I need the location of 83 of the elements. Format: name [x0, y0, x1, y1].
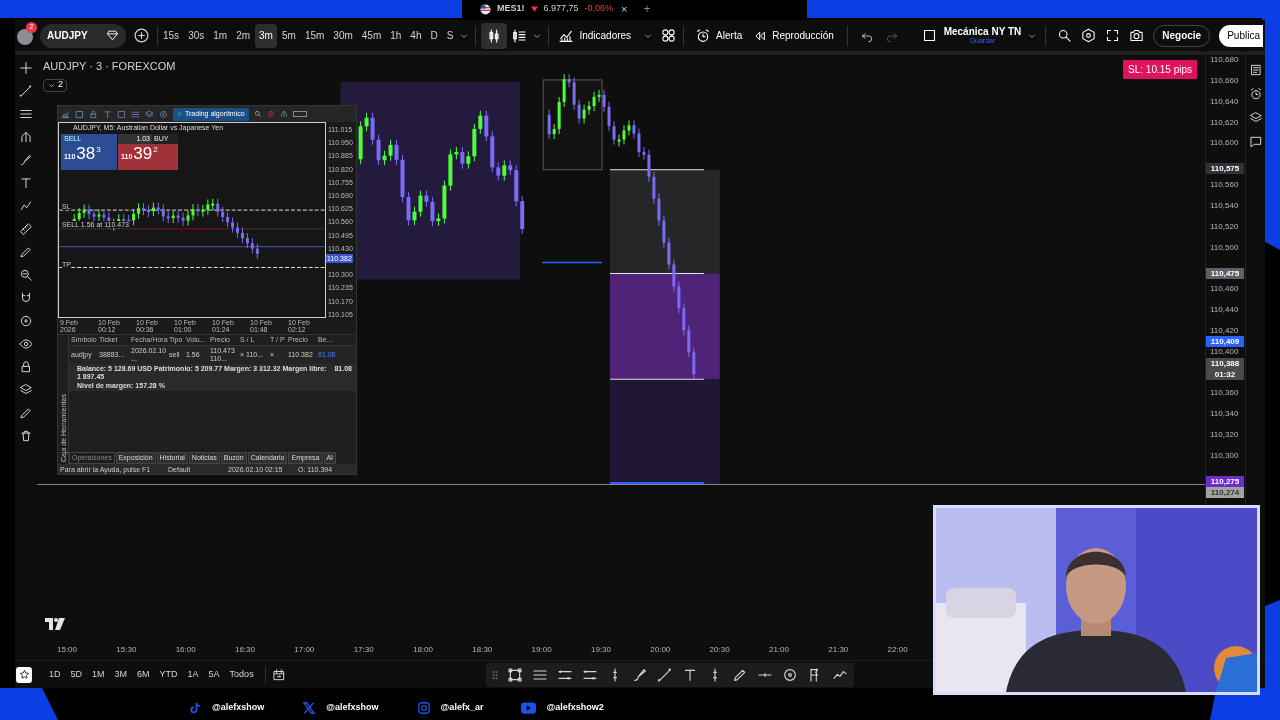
new-tab-button[interactable]: +	[643, 0, 651, 18]
range-button[interactable]: 1D	[44, 667, 66, 682]
price-label: 110,340	[1210, 408, 1239, 421]
browser-tab[interactable]: MES1! 6.977,75 -0,06% × +	[462, 0, 807, 18]
interval-button[interactable]: 5m	[277, 23, 300, 48]
replay-button[interactable]: Reproducción	[747, 28, 840, 43]
range-button[interactable]: Todos	[224, 667, 259, 682]
price-label: 110,600	[1210, 137, 1239, 150]
price-label: 110,660	[1210, 74, 1239, 87]
social-handle[interactable]: @alefxshow	[212, 701, 265, 715]
price-label: 110,620	[1210, 116, 1239, 129]
interval-button[interactable]: 3m	[255, 23, 277, 48]
social-handle[interactable]: @alefx_ar	[440, 701, 484, 715]
time-label: 16:00	[175, 644, 196, 656]
interval-button[interactable]: 30s	[184, 23, 209, 48]
stop-loss-badge: SL: 10.15 pips	[1123, 60, 1197, 79]
interval-button[interactable]: 15s	[159, 23, 184, 48]
price-marker: 110,275	[1206, 476, 1244, 487]
bid-digit: 3	[96, 144, 101, 156]
chart-title: AUDJPY · 3 · FOREXCOM	[43, 59, 176, 74]
close-tab-button[interactable]: ×	[621, 0, 628, 18]
time-label: 18:00	[412, 644, 433, 656]
social-handle[interactable]: @alefxshow	[326, 701, 379, 715]
publish-button[interactable]: Publica	[1219, 24, 1263, 47]
time-label: 21:30	[828, 644, 849, 656]
price-label: 110,540	[1210, 199, 1239, 212]
price-label: 110,460	[1210, 283, 1239, 296]
range-button[interactable]: 5D	[65, 667, 88, 682]
indicators-button[interactable]: Indicadores	[554, 27, 636, 44]
symbol-search[interactable]: AUDJPY	[40, 23, 126, 48]
time-label: 17:30	[353, 644, 374, 656]
price-marker: 110,388 01:32	[1206, 358, 1244, 381]
price-label: 110,680	[1210, 54, 1239, 66]
price-label: 110,520	[1210, 220, 1239, 233]
price-label: 110,500	[1210, 241, 1239, 254]
time-label: 16:30	[234, 644, 255, 656]
price-label: 110,440	[1210, 304, 1239, 317]
price-label: 110,560	[1210, 179, 1239, 192]
time-label: 20:00	[650, 644, 671, 656]
bid-price: 38	[76, 144, 96, 164]
layout-name[interactable]: Mecánica NY TN	[943, 27, 1022, 37]
range-button[interactable]: 6M	[132, 667, 155, 682]
time-label: 15:00	[57, 644, 77, 656]
time-label: 21:00	[768, 644, 789, 656]
ask-digit: 2	[153, 144, 158, 156]
ticker-price: 6.977,75	[543, 2, 579, 16]
range-button[interactable]: 3M	[109, 667, 133, 682]
interval-button[interactable]: 45m	[357, 23, 386, 48]
range-button[interactable]: YTD	[154, 667, 183, 682]
interval-button[interactable]: 30m	[329, 23, 357, 48]
time-label: 19:30	[590, 644, 611, 656]
price-marker: 110,475	[1206, 267, 1244, 279]
ask-price: 39	[133, 144, 153, 164]
time-label: 15:30	[116, 644, 137, 656]
price-marker: 110,409	[1206, 336, 1244, 348]
price-label: 110,360	[1210, 387, 1239, 400]
price-marker: 110,274	[1206, 487, 1244, 498]
alert-button[interactable]: Alerta	[691, 27, 747, 44]
ticker-change: -0,06%	[584, 2, 614, 16]
interval-button[interactable]: S	[442, 23, 458, 48]
social-handle[interactable]: @alefxshow2	[546, 701, 604, 715]
interval-button[interactable]: 4h	[406, 23, 426, 48]
range-button[interactable]: 1A	[182, 667, 204, 682]
panes-toggle[interactable]: 2	[43, 78, 67, 92]
interval-button[interactable]: 15m	[300, 23, 329, 48]
time-label: 22:00	[887, 644, 908, 656]
range-button[interactable]: 5A	[203, 667, 225, 682]
price-marker: 110,575	[1206, 163, 1244, 175]
interval-button[interactable]: 1m	[209, 23, 232, 48]
time-label: 20:30	[709, 644, 730, 656]
price-label: 110,400	[1210, 346, 1239, 358]
time-label: 18:30	[472, 644, 493, 656]
price-label: 110,300	[1210, 449, 1239, 462]
interval-button[interactable]: 1h	[386, 23, 406, 48]
interval-button[interactable]: D	[426, 23, 442, 48]
time-label: 17:00	[294, 644, 315, 656]
price-label: 110,320	[1210, 429, 1239, 442]
ticker-symbol: MES1!	[497, 2, 525, 16]
range-button[interactable]: 1M	[87, 667, 110, 682]
price-label: 110,640	[1210, 95, 1239, 108]
interval-button[interactable]: 2m	[232, 23, 255, 48]
price-label: 110,420	[1210, 324, 1239, 337]
time-label: 19:00	[531, 644, 552, 656]
